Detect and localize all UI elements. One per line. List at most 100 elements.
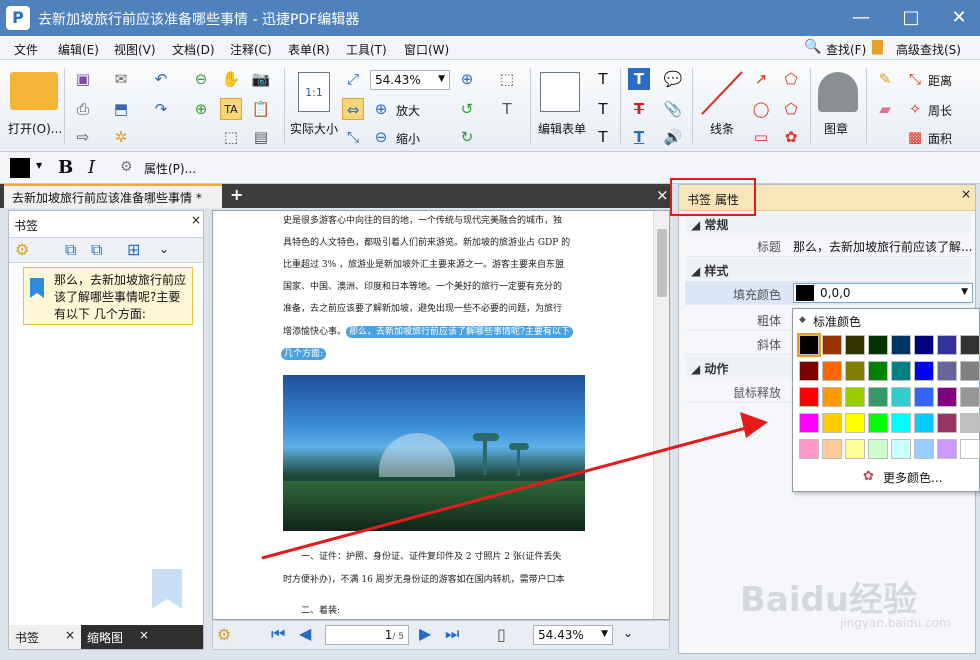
color-swatch[interactable]: [914, 387, 934, 407]
color-swatch[interactable]: [937, 335, 957, 355]
fit-visible-icon[interactable]: ⤡: [342, 126, 364, 148]
color-swatch[interactable]: [822, 439, 842, 459]
gear-icon[interactable]: ⚙: [217, 625, 231, 644]
color-swatch[interactable]: [960, 335, 980, 355]
close-icon[interactable]: ✕: [944, 3, 974, 33]
color-swatch[interactable]: [891, 413, 911, 433]
prev-view-icon[interactable]: ⊖: [190, 68, 212, 90]
color-swatch[interactable]: [914, 439, 934, 459]
color-swatch[interactable]: [868, 361, 888, 381]
new-icon[interactable]: ✲: [110, 126, 132, 148]
zoom-in-icon[interactable]: ⊕: [456, 68, 478, 90]
color-swatch[interactable]: [937, 439, 957, 459]
attach-icon[interactable]: 📎: [662, 98, 684, 120]
color-swatch[interactable]: [937, 361, 957, 381]
underline-icon[interactable]: T: [628, 126, 650, 148]
color-swatch[interactable]: [822, 413, 842, 433]
color-swatch[interactable]: [960, 361, 980, 381]
zoom-select[interactable]: 54.43% ▼: [370, 70, 450, 90]
print-icon[interactable]: ⎙: [72, 98, 94, 120]
menu-form[interactable]: 表单(R): [288, 41, 330, 58]
ellipse-icon[interactable]: ◯: [750, 98, 772, 120]
perimeter-button[interactable]: 周长: [928, 102, 952, 119]
color-swatch[interactable]: [914, 361, 934, 381]
first-page-icon[interactable]: ⏮: [271, 624, 285, 644]
document-view[interactable]: 史是很多游客心中向往的目的地，一个传统与现代完美融合的城市，独 具特色的人文特色…: [212, 210, 670, 620]
pencil-icon[interactable]: ✎: [874, 68, 896, 90]
color-swatch[interactable]: [799, 439, 819, 459]
highlighted-text[interactable]: 那么，去新加坡旅行前应该了解哪些事情呢?主要有以下: [346, 326, 573, 338]
edit-content-icon[interactable]: T: [496, 98, 518, 120]
chevron-down-icon[interactable]: ⌄: [159, 242, 169, 256]
highlighted-text[interactable]: 几个方面:: [281, 348, 327, 360]
tab-bookmarks[interactable]: 书签 ×: [9, 625, 81, 649]
color-swatch[interactable]: [845, 387, 865, 407]
color-swatch[interactable]: [845, 335, 865, 355]
zoom-out-button[interactable]: 缩小: [396, 130, 420, 147]
line-button[interactable]: 线条: [710, 120, 734, 137]
fit-page-icon[interactable]: ⤢: [342, 68, 364, 90]
color-swatch[interactable]: [891, 335, 911, 355]
last-page-icon[interactable]: ⏭: [445, 624, 459, 644]
color-swatch[interactable]: [868, 439, 888, 459]
menu-comment[interactable]: 注释(C): [230, 41, 272, 58]
color-swatch[interactable]: [799, 413, 819, 433]
chevron-down-icon[interactable]: ▼: [36, 161, 42, 170]
bold-button[interactable]: B: [58, 157, 73, 178]
color-swatch[interactable]: [799, 387, 819, 407]
rotate-right-icon[interactable]: ↻: [456, 126, 478, 148]
eraser-icon[interactable]: ▰: [874, 98, 896, 120]
italic-button[interactable]: I: [88, 157, 95, 178]
color-swatch[interactable]: [891, 361, 911, 381]
color-swatch[interactable]: [845, 413, 865, 433]
prev-page-icon[interactable]: ◀: [299, 624, 311, 643]
more-colors-button[interactable]: 更多颜色...: [883, 469, 942, 486]
text-area-icon[interactable]: T: [592, 126, 614, 148]
camera-icon[interactable]: 📷: [250, 68, 272, 90]
fit-width-icon[interactable]: ⇔: [342, 98, 364, 120]
text-field-icon[interactable]: T: [592, 68, 614, 90]
menu-window[interactable]: 窗口(W): [404, 41, 449, 58]
tab-document[interactable]: 去新加坡旅行前应该准备哪些事情 *: [4, 184, 222, 208]
line-tool-icon[interactable]: [698, 68, 746, 118]
minimize-icon[interactable]: —: [846, 3, 876, 33]
stamp-button[interactable]: 图章: [824, 120, 848, 137]
color-swatch[interactable]: [822, 387, 842, 407]
scan-icon[interactable]: ⬒: [110, 98, 132, 120]
menu-edit[interactable]: 编辑(E): [58, 41, 99, 58]
color-swatch[interactable]: [822, 335, 842, 355]
next-view-icon[interactable]: ⊕: [190, 98, 212, 120]
distance-button[interactable]: 距离: [928, 72, 952, 89]
open-button[interactable]: 打开(O)...: [8, 120, 62, 137]
color-swatch[interactable]: [937, 387, 957, 407]
add-bookmark-icon[interactable]: ⧉: [65, 240, 76, 260]
new-bookmark-icon[interactable]: ⊞: [127, 240, 140, 259]
next-page-icon[interactable]: ▶: [419, 624, 431, 643]
cloud-icon[interactable]: ✿: [780, 126, 802, 148]
actual-size-icon[interactable]: 1:1: [298, 72, 330, 112]
menu-file[interactable]: 文件: [14, 41, 38, 58]
strikeout-icon[interactable]: T: [628, 98, 650, 120]
advanced-find-button[interactable]: 高级查找(S): [896, 41, 961, 58]
section-style[interactable]: ◢ 样式: [685, 259, 971, 279]
color-swatch[interactable]: [868, 335, 888, 355]
color-swatch[interactable]: [891, 387, 911, 407]
scrollbar-thumb[interactable]: [657, 229, 667, 297]
close-icon[interactable]: ×: [191, 213, 201, 227]
menu-tools[interactable]: 工具(T): [346, 41, 387, 58]
marquee-zoom-icon[interactable]: ⬚: [496, 68, 518, 90]
paste-icon[interactable]: ▤: [250, 126, 272, 148]
color-swatch[interactable]: [868, 387, 888, 407]
sound-icon[interactable]: 🔊: [662, 126, 684, 148]
tab-thumbnails[interactable]: 缩略图 ×: [83, 625, 153, 649]
color-swatch[interactable]: [797, 333, 821, 357]
export-icon[interactable]: ⇨: [72, 126, 94, 148]
add-tab-button[interactable]: +: [230, 185, 243, 204]
color-swatch[interactable]: [914, 413, 934, 433]
zoom-in-button[interactable]: 放大: [396, 102, 420, 119]
add-child-bookmark-icon[interactable]: ⧉: [91, 240, 102, 260]
color-picker-button[interactable]: [10, 158, 30, 178]
color-swatch[interactable]: [868, 413, 888, 433]
color-swatch[interactable]: [937, 413, 957, 433]
color-swatch[interactable]: [960, 413, 980, 433]
